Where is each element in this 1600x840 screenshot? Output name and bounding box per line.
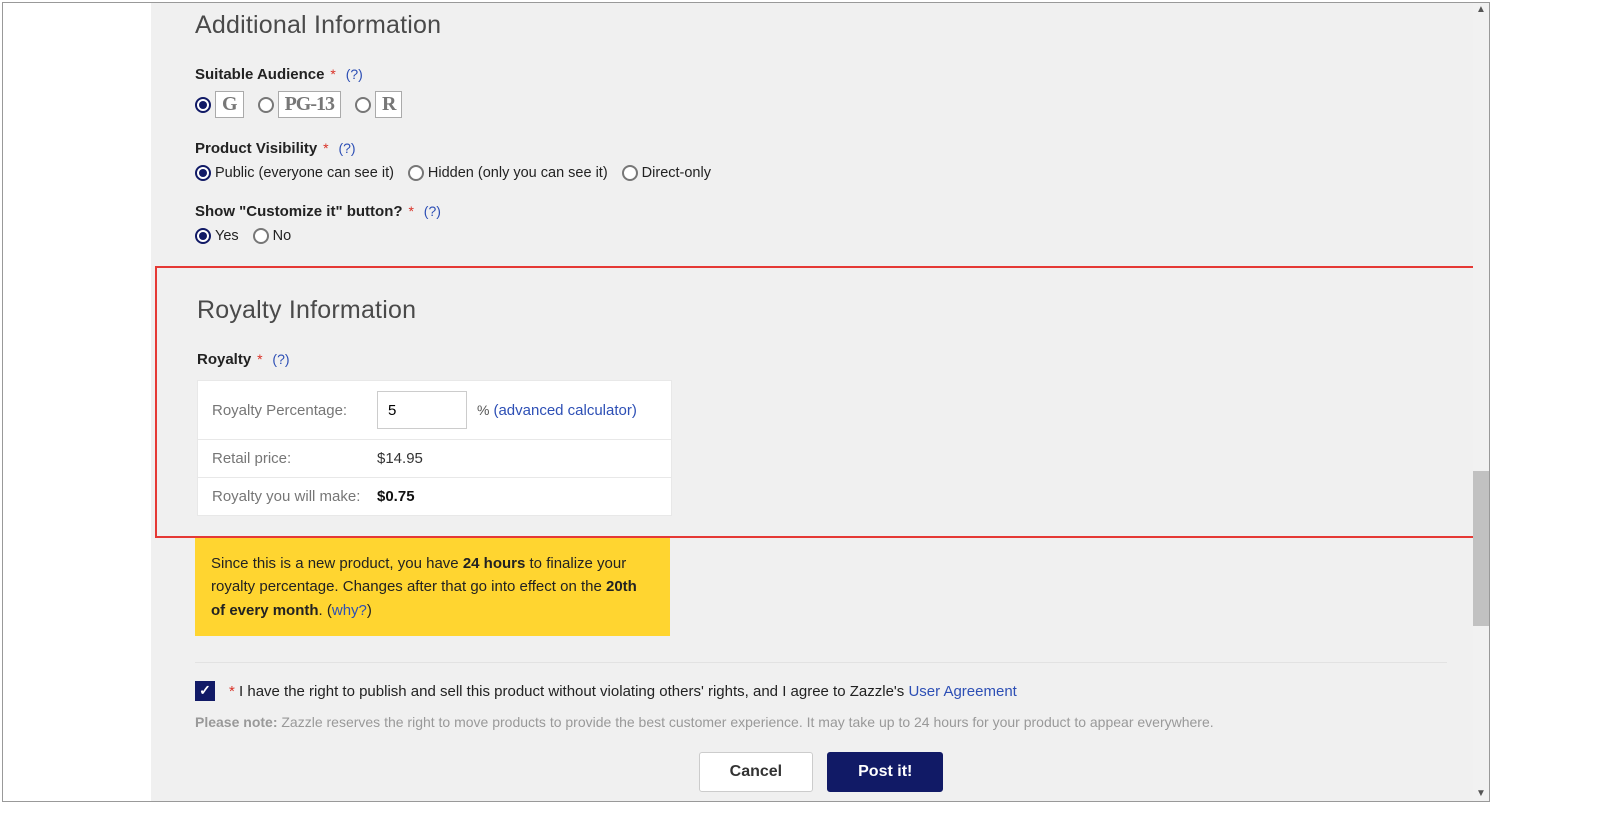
- rating-g-badge: G: [215, 91, 244, 118]
- royalty-highlight-box: Royalty Information Royalty * (?) Royalt…: [155, 266, 1490, 538]
- scroll-down-arrow[interactable]: ▼: [1476, 789, 1486, 799]
- agreement-checkbox[interactable]: ✓: [195, 681, 215, 701]
- required-marker: *: [330, 66, 335, 82]
- additional-info-heading: Additional Information: [195, 11, 1447, 40]
- notice-hours: 24 hours: [463, 555, 526, 572]
- radio-icon: [195, 228, 211, 244]
- divider: [195, 662, 1447, 663]
- retail-price-label: Retail price:: [212, 450, 377, 467]
- advanced-calculator-link[interactable]: (advanced calculator): [493, 402, 636, 419]
- please-note-text: Zazzle reserves the right to move produc…: [277, 714, 1213, 730]
- form-panel: Additional Information Suitable Audience…: [151, 3, 1490, 802]
- visibility-group: Product Visibility * (?) Public (everyon…: [195, 140, 1447, 181]
- suitable-audience-label: Suitable Audience: [195, 66, 324, 83]
- button-row: Cancel Post it!: [195, 752, 1447, 792]
- audience-radio-r[interactable]: R: [355, 91, 402, 118]
- visibility-direct-label: Direct-only: [642, 165, 711, 181]
- visibility-label: Product Visibility: [195, 140, 317, 157]
- please-note-label: Please note:: [195, 714, 277, 730]
- customize-label: Show "Customize it" button?: [195, 203, 403, 220]
- notice-text-4: ): [367, 602, 372, 619]
- radio-icon: [622, 165, 638, 181]
- rating-r-badge: R: [375, 91, 402, 118]
- radio-icon: [195, 165, 211, 181]
- royalty-help[interactable]: (?): [272, 351, 289, 367]
- required-marker: *: [408, 203, 413, 219]
- scrollbar-track[interactable]: ▲ ▼: [1473, 3, 1489, 801]
- royalty-heading: Royalty Information: [197, 296, 1449, 325]
- percent-sign: %: [477, 402, 489, 418]
- royalty-make-value: $0.75: [377, 488, 415, 505]
- required-marker: *: [323, 140, 328, 156]
- notice-text-3: . (: [319, 602, 332, 619]
- notice-text-1: Since this is a new product, you have: [211, 555, 463, 572]
- royalty-percentage-row: Royalty Percentage: % (advanced calculat…: [198, 381, 671, 440]
- post-button[interactable]: Post it!: [827, 752, 943, 792]
- cancel-button[interactable]: Cancel: [699, 752, 813, 792]
- visibility-radio-direct[interactable]: Direct-only: [622, 165, 711, 181]
- royalty-percentage-label: Royalty Percentage:: [212, 402, 377, 419]
- royalty-make-row: Royalty you will make: $0.75: [198, 478, 671, 515]
- customize-yes-label: Yes: [215, 228, 239, 244]
- visibility-radio-hidden[interactable]: Hidden (only you can see it): [408, 165, 608, 181]
- radio-icon: [355, 97, 371, 113]
- customize-no-label: No: [273, 228, 292, 244]
- visibility-help[interactable]: (?): [338, 140, 355, 156]
- suitable-audience-help[interactable]: (?): [346, 66, 363, 82]
- why-link[interactable]: why?: [332, 602, 367, 619]
- visibility-hidden-label: Hidden (only you can see it): [428, 165, 608, 181]
- check-icon: ✓: [199, 682, 211, 699]
- please-note: Please note: Zazzle reserves the right t…: [195, 714, 1447, 730]
- scrollbar-thumb[interactable]: [1473, 471, 1489, 626]
- radio-icon: [258, 97, 274, 113]
- customize-group: Show "Customize it" button? * (?) Yes No: [195, 203, 1447, 244]
- visibility-public-label: Public (everyone can see it): [215, 165, 394, 181]
- radio-icon: [195, 97, 211, 113]
- royalty-label: Royalty: [197, 351, 251, 368]
- royalty-table: Royalty Percentage: % (advanced calculat…: [197, 380, 672, 516]
- royalty-make-label: Royalty you will make:: [212, 488, 377, 505]
- agreement-body: I have the right to publish and sell thi…: [235, 683, 909, 700]
- audience-radio-pg13[interactable]: PG-13: [258, 91, 341, 118]
- required-marker: *: [257, 351, 262, 367]
- retail-price-row: Retail price: $14.95: [198, 440, 671, 478]
- audience-radio-g[interactable]: G: [195, 91, 244, 118]
- customize-help[interactable]: (?): [424, 203, 441, 219]
- retail-price-value: $14.95: [377, 450, 423, 467]
- suitable-audience-group: Suitable Audience * (?) G PG-13: [195, 66, 1447, 118]
- agreement-text: * I have the right to publish and sell t…: [227, 681, 1017, 702]
- rating-pg13-badge: PG-13: [278, 91, 341, 118]
- visibility-radio-public[interactable]: Public (everyone can see it): [195, 165, 394, 181]
- customize-radio-no[interactable]: No: [253, 228, 292, 244]
- customize-radio-yes[interactable]: Yes: [195, 228, 239, 244]
- user-agreement-link[interactable]: User Agreement: [908, 683, 1016, 700]
- radio-icon: [408, 165, 424, 181]
- agreement-row: ✓ * I have the right to publish and sell…: [195, 681, 1447, 702]
- royalty-percentage-input[interactable]: [377, 391, 467, 429]
- royalty-notice: Since this is a new product, you have 24…: [195, 538, 670, 636]
- radio-icon: [253, 228, 269, 244]
- scroll-up-arrow[interactable]: ▲: [1476, 5, 1486, 15]
- app-frame: ▲ ▼ Additional Information Suitable Audi…: [2, 2, 1490, 802]
